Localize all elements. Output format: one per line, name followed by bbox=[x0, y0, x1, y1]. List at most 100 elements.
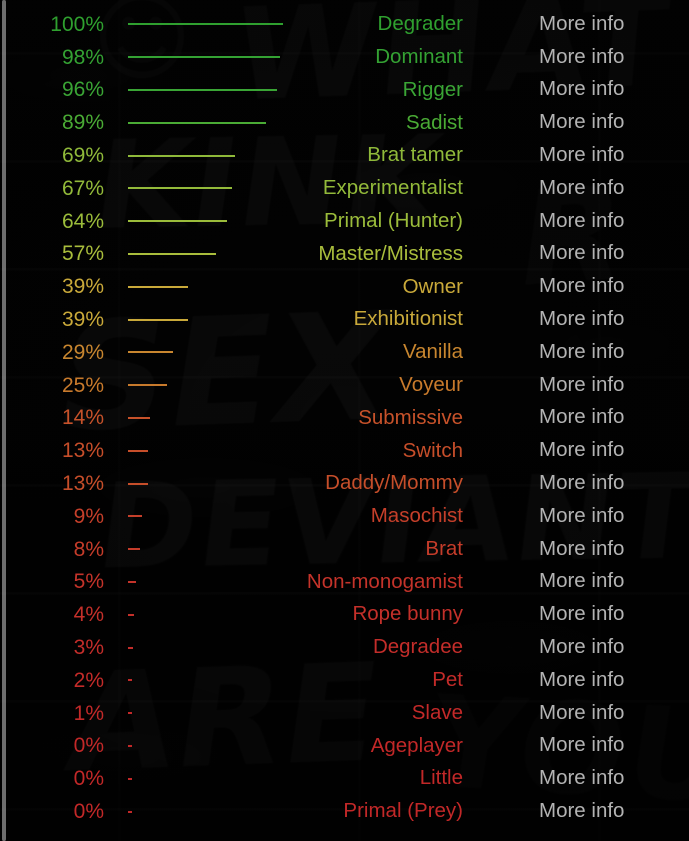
result-bar-track bbox=[104, 121, 284, 124]
more-info-cell: More info bbox=[463, 209, 689, 232]
more-info-link[interactable]: More info bbox=[539, 110, 624, 133]
more-info-link[interactable]: More info bbox=[539, 307, 624, 330]
result-row: 9% Masochist More info bbox=[0, 500, 689, 533]
result-bar-track bbox=[104, 285, 284, 288]
result-row: 13% Daddy/Mommy More info bbox=[0, 467, 689, 500]
result-row: 98% Dominant More info bbox=[0, 41, 689, 74]
result-bar-fill bbox=[128, 548, 140, 551]
more-info-cell: More info bbox=[463, 537, 689, 560]
more-info-link[interactable]: More info bbox=[539, 77, 624, 100]
result-bar-track bbox=[104, 646, 284, 649]
result-label: Degrader bbox=[377, 12, 463, 36]
more-info-link[interactable]: More info bbox=[539, 471, 624, 494]
result-bar-fill bbox=[128, 154, 235, 157]
result-bar-fill bbox=[128, 318, 188, 321]
result-bar-fill bbox=[128, 777, 132, 780]
result-bar-track bbox=[104, 351, 284, 354]
more-info-cell: More info bbox=[463, 45, 689, 68]
more-info-link[interactable]: More info bbox=[539, 405, 624, 428]
more-info-cell: More info bbox=[463, 307, 689, 330]
more-info-link[interactable]: More info bbox=[539, 733, 624, 756]
result-percent: 69% bbox=[61, 144, 104, 168]
result-bar-track bbox=[104, 679, 284, 682]
more-info-link[interactable]: More info bbox=[539, 209, 624, 232]
more-info-link[interactable]: More info bbox=[539, 766, 624, 789]
result-label: Slave bbox=[411, 700, 463, 724]
result-percent: 0% bbox=[73, 734, 104, 758]
result-row: 13% Switch More info bbox=[0, 434, 689, 467]
result-row: 8% Brat More info bbox=[0, 533, 689, 566]
result-percent: 8% bbox=[73, 537, 104, 561]
result-label: Daddy/Mommy bbox=[325, 471, 463, 495]
result-bar-track bbox=[104, 515, 284, 518]
kink-test-results-screen: ☺ WHAT KINK R SEX DEVIANT ARE YOU 100%De… bbox=[0, 0, 689, 841]
result-row: 14% Submissive More info bbox=[0, 402, 689, 435]
result-label: Degradee bbox=[372, 635, 463, 659]
result-row: 3% Degradee More info bbox=[0, 631, 689, 664]
result-label: Ageplayer bbox=[370, 733, 463, 757]
more-info-link[interactable]: More info bbox=[539, 537, 624, 560]
result-bar-track bbox=[104, 416, 284, 419]
result-bar-track bbox=[104, 252, 284, 255]
more-info-link[interactable]: More info bbox=[539, 45, 624, 68]
result-bar-track bbox=[104, 56, 284, 59]
result-percent: 89% bbox=[61, 111, 104, 135]
result-row: 96% Rigger More info bbox=[0, 74, 689, 107]
more-info-link[interactable]: More info bbox=[539, 438, 624, 461]
result-bar-track bbox=[104, 613, 284, 616]
result-bar-fill bbox=[128, 679, 132, 682]
result-bar-track bbox=[104, 777, 284, 780]
more-info-cell: More info bbox=[463, 701, 689, 724]
result-label: Primal (Hunter) bbox=[324, 208, 463, 232]
more-info-cell: More info bbox=[463, 602, 689, 625]
result-percent: 4% bbox=[73, 603, 104, 627]
more-info-link[interactable]: More info bbox=[539, 635, 624, 658]
result-percent: 67% bbox=[61, 176, 104, 200]
more-info-link[interactable]: More info bbox=[539, 241, 624, 264]
result-label: Exhibitionist bbox=[353, 307, 463, 331]
more-info-link[interactable]: More info bbox=[539, 373, 624, 396]
more-info-cell: More info bbox=[463, 79, 689, 100]
more-info-link[interactable]: More info bbox=[539, 504, 624, 527]
result-bar-fill bbox=[128, 56, 280, 59]
more-info-cell: More info bbox=[463, 373, 689, 396]
more-info-link[interactable]: More info bbox=[539, 176, 624, 199]
more-info-cell: More info bbox=[463, 112, 689, 133]
result-label: Brat tamer bbox=[367, 143, 463, 167]
more-info-link[interactable]: More info bbox=[539, 668, 624, 691]
result-bar-fill bbox=[128, 384, 167, 387]
result-bar-track bbox=[104, 187, 284, 190]
result-label: Non-monogamist bbox=[306, 569, 463, 593]
more-info-link[interactable]: More info bbox=[539, 799, 624, 822]
more-info-cell: More info bbox=[463, 471, 689, 494]
more-info-link[interactable]: More info bbox=[539, 143, 624, 166]
result-label: Voyeur bbox=[399, 372, 463, 396]
result-label: Little bbox=[419, 766, 463, 790]
more-info-cell: More info bbox=[463, 176, 689, 199]
result-bar-track bbox=[104, 482, 284, 485]
result-percent: 5% bbox=[73, 570, 104, 594]
result-bar-fill bbox=[128, 482, 148, 485]
result-percent: 2% bbox=[73, 668, 104, 692]
more-info-link[interactable]: More info bbox=[539, 602, 624, 625]
result-bar-fill bbox=[128, 121, 266, 124]
result-bar-fill bbox=[128, 285, 188, 288]
more-info-link[interactable]: More info bbox=[539, 569, 624, 592]
result-percent: 96% bbox=[61, 78, 104, 102]
more-info-link[interactable]: More info bbox=[539, 12, 624, 35]
result-percent: 39% bbox=[61, 308, 104, 332]
result-bar-fill bbox=[128, 613, 134, 616]
result-percent: 3% bbox=[73, 636, 104, 660]
result-row: 5% Non-monogamist More info bbox=[0, 566, 689, 599]
more-info-cell: More info bbox=[463, 340, 689, 363]
more-info-link[interactable]: More info bbox=[539, 274, 624, 297]
result-bar-track bbox=[104, 88, 284, 91]
result-bar-fill bbox=[128, 252, 216, 255]
more-info-link[interactable]: More info bbox=[539, 340, 624, 363]
result-bar-track bbox=[104, 744, 284, 747]
more-info-link[interactable]: More info bbox=[539, 701, 624, 724]
result-bar-track bbox=[104, 580, 284, 583]
result-percent: 98% bbox=[61, 45, 104, 69]
more-info-cell: More info bbox=[463, 635, 689, 658]
result-label: Dominant bbox=[375, 44, 463, 68]
